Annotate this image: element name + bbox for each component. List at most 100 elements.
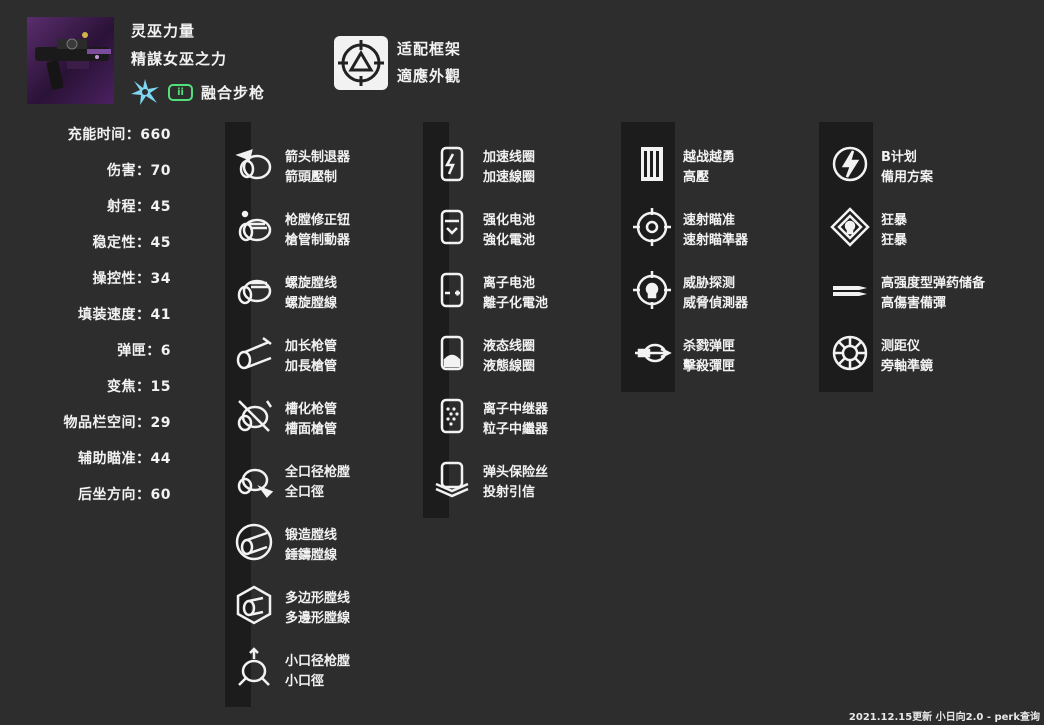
- stat-impact: 伤害：70: [107, 163, 171, 179]
- arrowhead-brake-icon: [235, 149, 272, 180]
- arc-damage-icon: [131, 79, 159, 105]
- perk-name: 锻造膛线: [285, 528, 338, 543]
- corkscrew-rifling-icon: [238, 210, 272, 242]
- enhanced-battery-icon: [440, 209, 464, 245]
- weapon-name: 灵巫力量: [131, 22, 196, 40]
- perk-name: 离子中继器: [483, 402, 549, 417]
- perk-hammer-forged[interactable]: 锻造膛线 錘鑄膛線: [229, 520, 419, 564]
- projection-fuse-icon: [435, 461, 469, 498]
- rampage-icon: [830, 207, 870, 247]
- frame-name: 适配框架: [397, 40, 462, 58]
- primary-ammo-icon: ii: [168, 83, 193, 101]
- perk-name-alt: 旁軸準鏡: [881, 359, 934, 374]
- perk-name-alt: 狂暴: [881, 233, 908, 248]
- perk-name: 杀戮弹匣: [683, 339, 736, 354]
- perk-name: 小口径枪膛: [285, 654, 351, 669]
- perk-name: 箭头制退器: [285, 150, 351, 165]
- perk-arrowhead-brake[interactable]: 箭头制退器 箭頭壓制: [229, 142, 419, 186]
- perk-name: 测距仪: [881, 339, 921, 354]
- perk-smallbore[interactable]: 小口径枪膛 小口徑: [229, 646, 419, 690]
- perk-name-alt: 小口徑: [285, 674, 325, 689]
- stat-reload: 填装速度：41: [78, 307, 171, 323]
- perk-name-alt: 多邊形膛線: [285, 611, 351, 626]
- perk-name: 离子电池: [483, 276, 536, 291]
- perk-name: 加长枪管: [285, 339, 338, 354]
- particle-repeater-icon: [440, 398, 464, 434]
- perk-fluted-barrel[interactable]: 螺旋膛线 螺旋膛線: [229, 268, 419, 312]
- stat-zoom: 变焦：15: [107, 379, 171, 395]
- perk-name: B计划: [881, 150, 917, 165]
- perk-name-alt: 投射引信: [483, 485, 536, 500]
- stat-handling: 操控性：34: [92, 271, 171, 287]
- perk-rangefinder[interactable]: 测距仪 旁軸準鏡: [825, 331, 1015, 375]
- perk-name-alt: 離子化電池: [483, 296, 549, 311]
- perk-name-alt: 速射瞄準器: [683, 233, 749, 248]
- rangefinder-icon: [832, 335, 868, 371]
- perk-name: 液态线圈: [483, 339, 536, 354]
- stat-recoil-direction: 后坐方向：60: [78, 487, 171, 503]
- perk-name: 狂暴: [881, 213, 908, 228]
- perk-name: 槽化枪管: [285, 402, 338, 417]
- perk-name: 强化电池: [483, 213, 536, 228]
- perk-corkscrew-rifling[interactable]: 枪膛修正钮 槍管制動器: [229, 205, 419, 249]
- plan-c-icon: [832, 146, 868, 182]
- ammo-reserve-icon: [833, 286, 867, 296]
- extended-barrel-icon: [236, 337, 272, 370]
- perk-name-alt: 加速線圈: [483, 170, 536, 185]
- chambered-compensator-icon: [237, 400, 273, 432]
- perk-liquid-coils[interactable]: 液态线圈 液態線圈: [427, 331, 617, 375]
- full-bore-icon: [237, 468, 274, 498]
- perk-enhanced-battery[interactable]: 强化电池 強化電池: [427, 205, 617, 249]
- weapon-type-row: ii 融合步枪: [130, 78, 265, 106]
- perk-name-alt: 強化電池: [483, 233, 536, 248]
- threat-detector-icon: [633, 271, 671, 309]
- weapon-thumbnail: [27, 17, 114, 104]
- killing-wind-mag-icon: [635, 343, 672, 363]
- weapon-type-label: 融合步枪: [201, 83, 266, 102]
- perk-name: 高强度型弹药储备: [881, 276, 986, 291]
- footer-credit: 2021.12.15更新 小日向2.0 - perk查询: [848, 712, 1040, 723]
- perk-name: 多边形膛线: [285, 591, 351, 606]
- perk-name: 枪膛修正钮: [285, 213, 351, 228]
- rapid-fire-sights-icon: [633, 208, 671, 246]
- perk-polygonal-rifling[interactable]: 多边形膛线 多邊形膛線: [229, 583, 419, 627]
- stat-magazine: 弹匣：6: [117, 343, 171, 359]
- perk-name-alt: 備用方案: [881, 170, 934, 185]
- perk-name-alt: 全口徑: [285, 485, 325, 500]
- perk-name: 全口径枪膛: [285, 465, 351, 480]
- perk-rampage[interactable]: 狂暴 狂暴: [825, 205, 1015, 249]
- hammer-forged-icon: [235, 523, 273, 561]
- perk-chambered-compensator[interactable]: 槽化枪管 槽面槍管: [229, 394, 419, 438]
- accelerated-coils-icon: [440, 146, 464, 182]
- fusion-rifle-image: [35, 32, 111, 90]
- perk-rapid-fire-sights[interactable]: 速射瞄准 速射瞄準器: [627, 205, 817, 249]
- perk-name-alt: 槽面槍管: [285, 422, 338, 437]
- perk-extended-barrel[interactable]: 加长枪管 加長槍管: [229, 331, 419, 375]
- perk-name-alt: 錘鑄膛線: [285, 548, 338, 563]
- perk-ionized-battery[interactable]: 离子电池 離子化電池: [427, 268, 617, 312]
- high-pressure-icon: [641, 147, 663, 181]
- perk-name: 越战越勇: [683, 150, 736, 165]
- stat-inventory-size: 物品栏空间：29: [63, 415, 171, 431]
- perk-name-alt: 箭頭壓制: [285, 170, 338, 185]
- perk-accelerated-coils[interactable]: 加速线圈 加速線圈: [427, 142, 617, 186]
- stat-range: 射程：45: [107, 199, 171, 215]
- frame-name-alt: 適應外觀: [397, 67, 462, 85]
- perk-particle-repeater[interactable]: 离子中继器 粒子中繼器: [427, 394, 617, 438]
- perk-name: 弹头保险丝: [483, 465, 549, 480]
- fluted-barrel-icon: [237, 279, 272, 305]
- weapon-name-alt: 精謀女巫之力: [131, 50, 228, 68]
- perk-name: 威胁探测: [683, 276, 736, 291]
- perk-high-pressure[interactable]: 越战越勇 高壓: [627, 142, 817, 186]
- perk-name-alt: 螺旋膛線: [285, 296, 338, 311]
- perk-full-bore[interactable]: 全口径枪膛 全口徑: [229, 457, 419, 501]
- ionized-battery-icon: [440, 272, 464, 308]
- perk-name: 螺旋膛线: [285, 276, 338, 291]
- perk-threat-detector[interactable]: 威胁探测 威脅偵測器: [627, 268, 817, 312]
- perk-killing-wind-mag[interactable]: 杀戮弹匣 擊殺彈匣: [627, 331, 817, 375]
- perk-projection-fuse[interactable]: 弹头保险丝 投射引信: [427, 457, 617, 501]
- perk-plan-c[interactable]: B计划 備用方案: [825, 142, 1015, 186]
- perk-name: 加速线圈: [483, 150, 536, 165]
- perk-ammo-reserve[interactable]: 高强度型弹药储备 高傷害備彈: [825, 268, 1015, 312]
- perk-name-alt: 高傷害備彈: [881, 296, 947, 311]
